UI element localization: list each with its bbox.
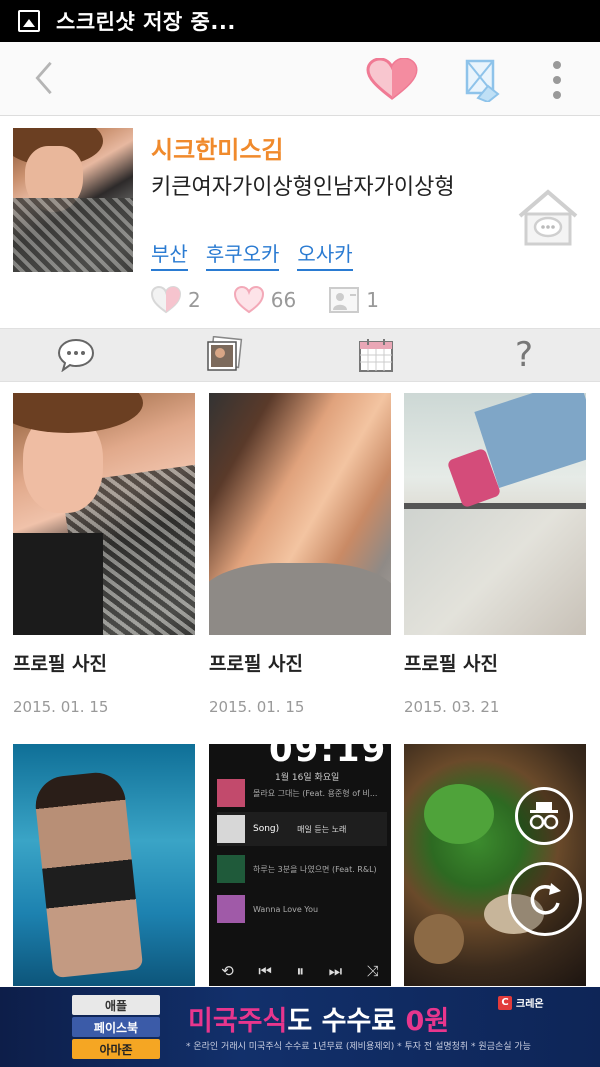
likes-stat[interactable]: 66 xyxy=(233,286,296,314)
tag-list: 부산 후쿠오카 오사카 xyxy=(151,238,353,271)
photo-date: 2015. 03. 21 xyxy=(404,698,500,716)
photo-album-icon xyxy=(207,336,243,371)
photo-card[interactable]: 프로필 사진 2015. 01. 15 xyxy=(209,393,391,716)
gallery-icon xyxy=(18,10,40,32)
profile-card-icon xyxy=(329,287,360,313)
next-icon: ⏭ xyxy=(328,962,343,980)
photo-card[interactable]: 프로필 사진 2015. 03. 21 xyxy=(404,393,586,716)
ad-headline: 미국주식도 수수료 0원 xyxy=(188,1006,450,1037)
ad-company-stack: 애플 페이스북 아마존 xyxy=(72,995,160,1061)
brand-badge-icon: C xyxy=(498,995,512,1010)
half-heart-icon xyxy=(150,286,182,314)
photo-thumbnail[interactable]: 09:19 1월 16일 화요일 몰라요 그대는 (Feat. 용준형 of 비… xyxy=(209,744,391,986)
tag-osaka[interactable]: 오사카 xyxy=(297,238,353,271)
photo-title: 프로필 사진 xyxy=(404,653,499,675)
photo-card[interactable]: 09:19 1월 16일 화요일 몰라요 그대는 (Feat. 용준형 of 비… xyxy=(209,744,391,986)
photo-date: 2015. 01. 15 xyxy=(13,698,109,716)
photo-date: 2015. 01. 15 xyxy=(209,698,305,716)
player-track: 하루는 3분을 나였으면 (Feat. R&L) xyxy=(217,852,387,886)
player-track: 몰라요 그대는 (Feat. 용준형 of 비... xyxy=(217,776,387,810)
photo-thumbnail[interactable] xyxy=(13,393,195,635)
photo-thumbnail[interactable] xyxy=(13,744,195,986)
pause-icon: ⏸ xyxy=(296,962,305,980)
photo-card[interactable] xyxy=(13,744,195,986)
tag-busan[interactable]: 부산 xyxy=(151,238,188,271)
ad-stack-apple: 애플 xyxy=(72,995,160,1015)
player-track: Song) 매일 듣는 노래 xyxy=(217,812,387,846)
hearts-count: 2 xyxy=(188,288,201,312)
photo-thumbnail[interactable] xyxy=(209,393,391,635)
friends-stat[interactable]: 1 xyxy=(328,286,379,314)
profile-description: 키큰여자가이상형인남자가이상형 xyxy=(151,175,455,200)
avatar[interactable] xyxy=(13,128,133,272)
home-chat-icon[interactable] xyxy=(516,188,580,248)
photo-card[interactable]: 프로필 사진 2015. 01. 15 xyxy=(13,393,195,716)
repeat-icon: ⟲ xyxy=(221,962,234,980)
more-options-icon[interactable] xyxy=(551,60,563,100)
heart-outline-icon xyxy=(233,286,264,314)
likes-count: 66 xyxy=(270,288,297,312)
nickname: 시크한미스김 xyxy=(151,136,284,164)
refresh-icon xyxy=(530,883,561,915)
player-controls: ⟲ ⏮ ⏸ ⏭ ⤨ xyxy=(209,962,391,980)
status-bar: 스크린샷 저장 중... xyxy=(0,0,600,42)
tag-fukuoka[interactable]: 후쿠오카 xyxy=(205,238,280,271)
status-text: 스크린샷 저장 중... xyxy=(56,10,236,34)
chat-bubble-icon xyxy=(57,338,95,372)
photo-title: 프로필 사진 xyxy=(209,653,304,675)
hearts-stat[interactable]: 2 xyxy=(150,286,201,314)
toolbar xyxy=(0,42,600,116)
ad-stack-facebook: 페이스북 xyxy=(72,1017,160,1037)
tab-photos[interactable] xyxy=(202,336,246,373)
player-time: 09:19 xyxy=(269,744,388,770)
bookmark-ticket-icon[interactable] xyxy=(464,58,500,102)
profile-section: 시크한미스김 키큰여자가이상형인남자가이상형 부산 후쿠오카 오사카 2 66 xyxy=(0,116,600,328)
tab-calendar[interactable] xyxy=(354,337,398,373)
refresh-button[interactable] xyxy=(508,862,582,936)
friends-count: 1 xyxy=(366,288,379,312)
player-track: Wanna Love You xyxy=(217,892,387,926)
shuffle-icon: ⤨ xyxy=(366,962,379,980)
ad-brand-logo: C 크레온 xyxy=(498,995,544,1010)
profile-stats: 2 66 1 xyxy=(150,286,411,314)
calendar-icon xyxy=(359,339,393,372)
ad-banner[interactable]: 애플 페이스북 아마존 미국주식도 수수료 0원 * 온라인 거래시 미국주식 … xyxy=(0,987,600,1067)
incognito-icon xyxy=(529,802,559,830)
tab-bar: ? xyxy=(0,328,600,382)
previous-icon: ⏮ xyxy=(258,962,272,980)
photo-title: 프로필 사진 xyxy=(13,653,108,675)
photo-thumbnail[interactable] xyxy=(404,393,586,635)
ad-stack-amazon: 아마존 xyxy=(72,1039,160,1059)
back-icon[interactable] xyxy=(30,60,58,96)
tab-chat[interactable] xyxy=(54,337,98,373)
question-mark-icon: ? xyxy=(514,335,534,375)
ad-fine-print: * 온라인 거래시 미국주식 수수료 1년무료 (제비용제외) * 투자 전 설… xyxy=(186,1042,531,1052)
heart-icon[interactable] xyxy=(366,58,418,102)
tab-help[interactable]: ? xyxy=(506,335,542,375)
incognito-button[interactable] xyxy=(515,787,573,845)
